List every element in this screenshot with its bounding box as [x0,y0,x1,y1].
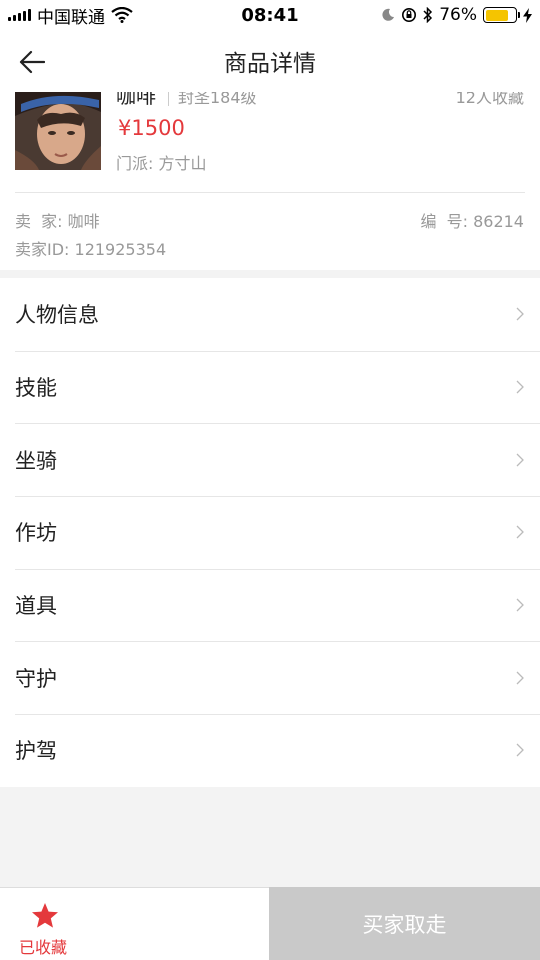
signal-icon [8,9,31,21]
character-avatar [15,92,101,170]
seller-info: 卖 家: 咖啡 [15,212,100,231]
menu-item-label: 作坊 [15,521,57,546]
chevron-right-icon [516,744,524,757]
menu-item-skills[interactable]: 技能 [0,350,540,424]
back-button[interactable] [14,44,50,80]
carrier-name: 中国联通 [37,7,105,28]
favorites-count: 12人收藏 [455,92,524,107]
wifi-icon [111,7,133,23]
product-price: ¥1500 [118,116,185,140]
title-separator [168,92,169,106]
menu-item-label: 坐骑 [15,448,57,473]
battery-icon [483,7,520,23]
chevron-right-icon [516,453,524,467]
menu-item-label: 技能 [15,376,57,401]
favorite-button[interactable]: 已收藏 [0,887,269,960]
product-card: 咖啡 封圣184级 12人收藏 ¥1500 门派: 方寸山 卖 家: 咖啡 编 … [0,92,540,270]
chevron-right-icon [516,525,524,539]
battery-percent: 76% [439,5,477,25]
chevron-right-icon [516,380,524,394]
menu-item-label: 人物信息 [15,303,99,328]
character-level: 封圣184级 [178,92,257,107]
moon-icon [382,8,395,21]
menu-item-label: 道具 [15,594,57,619]
divider [15,192,525,193]
menu-item-workshop[interactable]: 作坊 [0,496,540,569]
page-title: 商品详情 [224,51,316,77]
bluetooth-icon [423,7,433,23]
rotation-lock-icon [402,8,417,22]
status-bar: 中国联通 08:41 76% [0,0,540,30]
favorite-label: 已收藏 [19,938,68,957]
chevron-right-icon [516,671,524,685]
menu-item-label: 守护 [15,666,57,691]
character-school: 门派: 方寸山 [116,154,207,173]
menu-item-escort[interactable]: 护驾 [0,714,540,787]
star-icon [32,903,58,928]
nav-bar: 商品详情 [0,30,540,92]
buyer-collect-button[interactable]: 买家取走 [269,887,540,960]
charging-icon [523,7,532,23]
chevron-right-icon [516,307,524,321]
menu-item-label: 护驾 [15,739,57,764]
back-arrow-icon [19,50,45,74]
menu-item-items[interactable]: 道具 [0,568,540,642]
buyer-collect-label: 买家取走 [362,912,447,937]
menu-item-mounts[interactable]: 坐骑 [0,423,540,496]
bottom-action-bar: 已收藏 买家取走 [0,887,540,960]
chevron-right-icon [516,598,524,612]
seller-name-title: 咖啡 [116,92,156,108]
detail-menu-list: 人物信息 技能 坐骑 作坊 道具 守护 护驾 [0,278,540,787]
item-number: 编 号: 86214 [420,212,524,231]
menu-item-character-info[interactable]: 人物信息 [0,278,540,351]
menu-item-guardian[interactable]: 守护 [0,641,540,714]
seller-id: 卖家ID: 121925354 [15,240,167,259]
